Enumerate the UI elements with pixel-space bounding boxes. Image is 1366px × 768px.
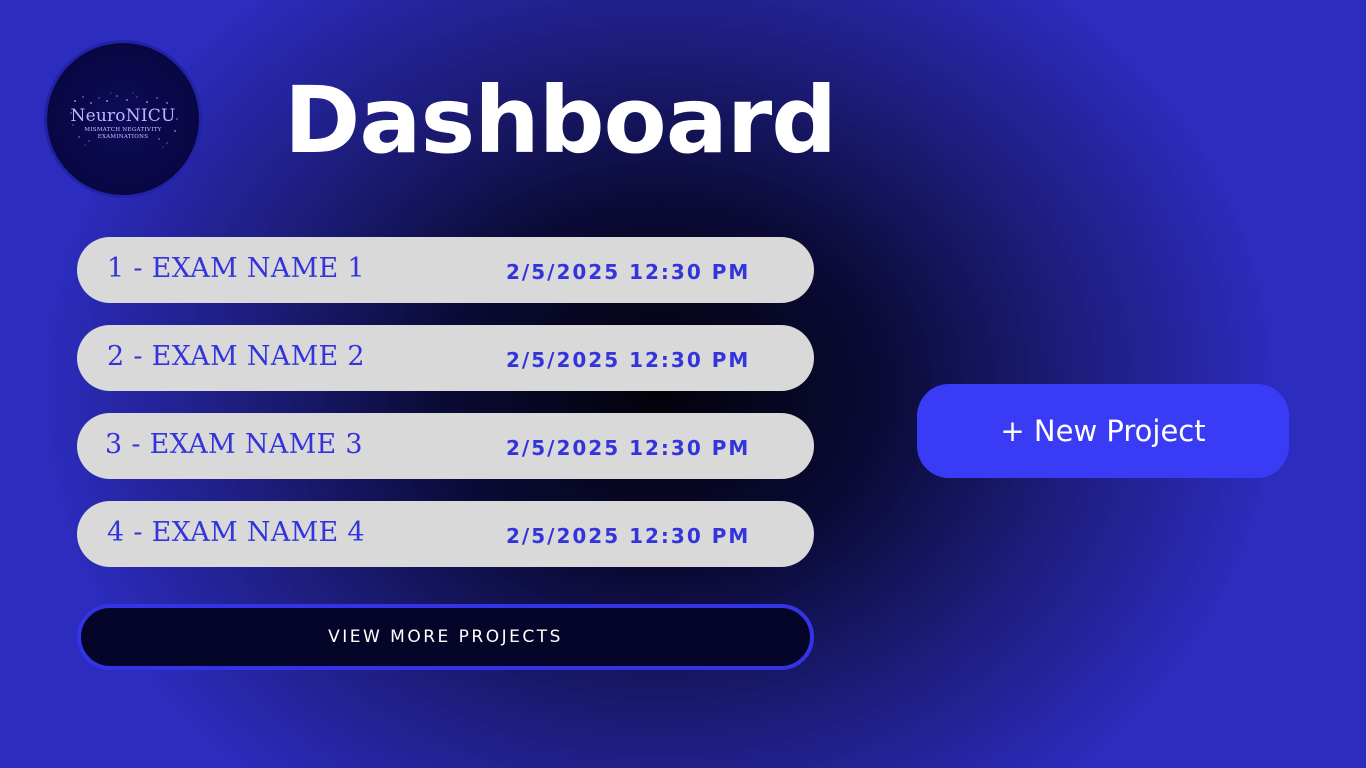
neuronicu-logo: NeuroNICU MISMATCH NEGATIVITY EXAMINATIO… xyxy=(47,43,199,195)
exam-datetime: 2/5/2025 12:30 PM xyxy=(506,524,751,548)
exam-datetime: 2/5/2025 12:30 PM xyxy=(506,260,751,284)
exam-name: 2 - EXAM NAME 2 xyxy=(107,341,365,372)
exam-row-2[interactable]: 2 - EXAM NAME 2 2/5/2025 12:30 PM xyxy=(77,325,814,391)
exam-name: 4 - EXAM NAME 4 xyxy=(107,517,365,548)
logo-subtitle: MISMATCH NEGATIVITY EXAMINATIONS xyxy=(47,127,199,141)
exam-name: 3 - EXAM NAME 3 xyxy=(105,429,363,460)
exam-datetime: 2/5/2025 12:30 PM xyxy=(506,348,751,372)
logo-subtitle-line: EXAMINATIONS xyxy=(97,134,149,140)
view-more-projects-button[interactable]: VIEW MORE PROJECTS xyxy=(77,604,814,670)
exam-name: 1 - EXAM NAME 1 xyxy=(107,253,365,284)
exam-row-4[interactable]: 4 - EXAM NAME 4 2/5/2025 12:30 PM xyxy=(77,501,814,567)
logo-subtitle-line: MISMATCH NEGATIVITY xyxy=(84,127,162,133)
page-title: Dashboard xyxy=(284,67,837,174)
exam-row-1[interactable]: 1 - EXAM NAME 1 2/5/2025 12:30 PM xyxy=(77,237,814,303)
exam-datetime: 2/5/2025 12:30 PM xyxy=(506,436,751,460)
logo-title: NeuroNICU xyxy=(70,106,176,126)
exam-row-3[interactable]: 3 - EXAM NAME 3 2/5/2025 12:30 PM xyxy=(77,413,814,479)
new-project-button[interactable]: + New Project xyxy=(917,384,1289,478)
